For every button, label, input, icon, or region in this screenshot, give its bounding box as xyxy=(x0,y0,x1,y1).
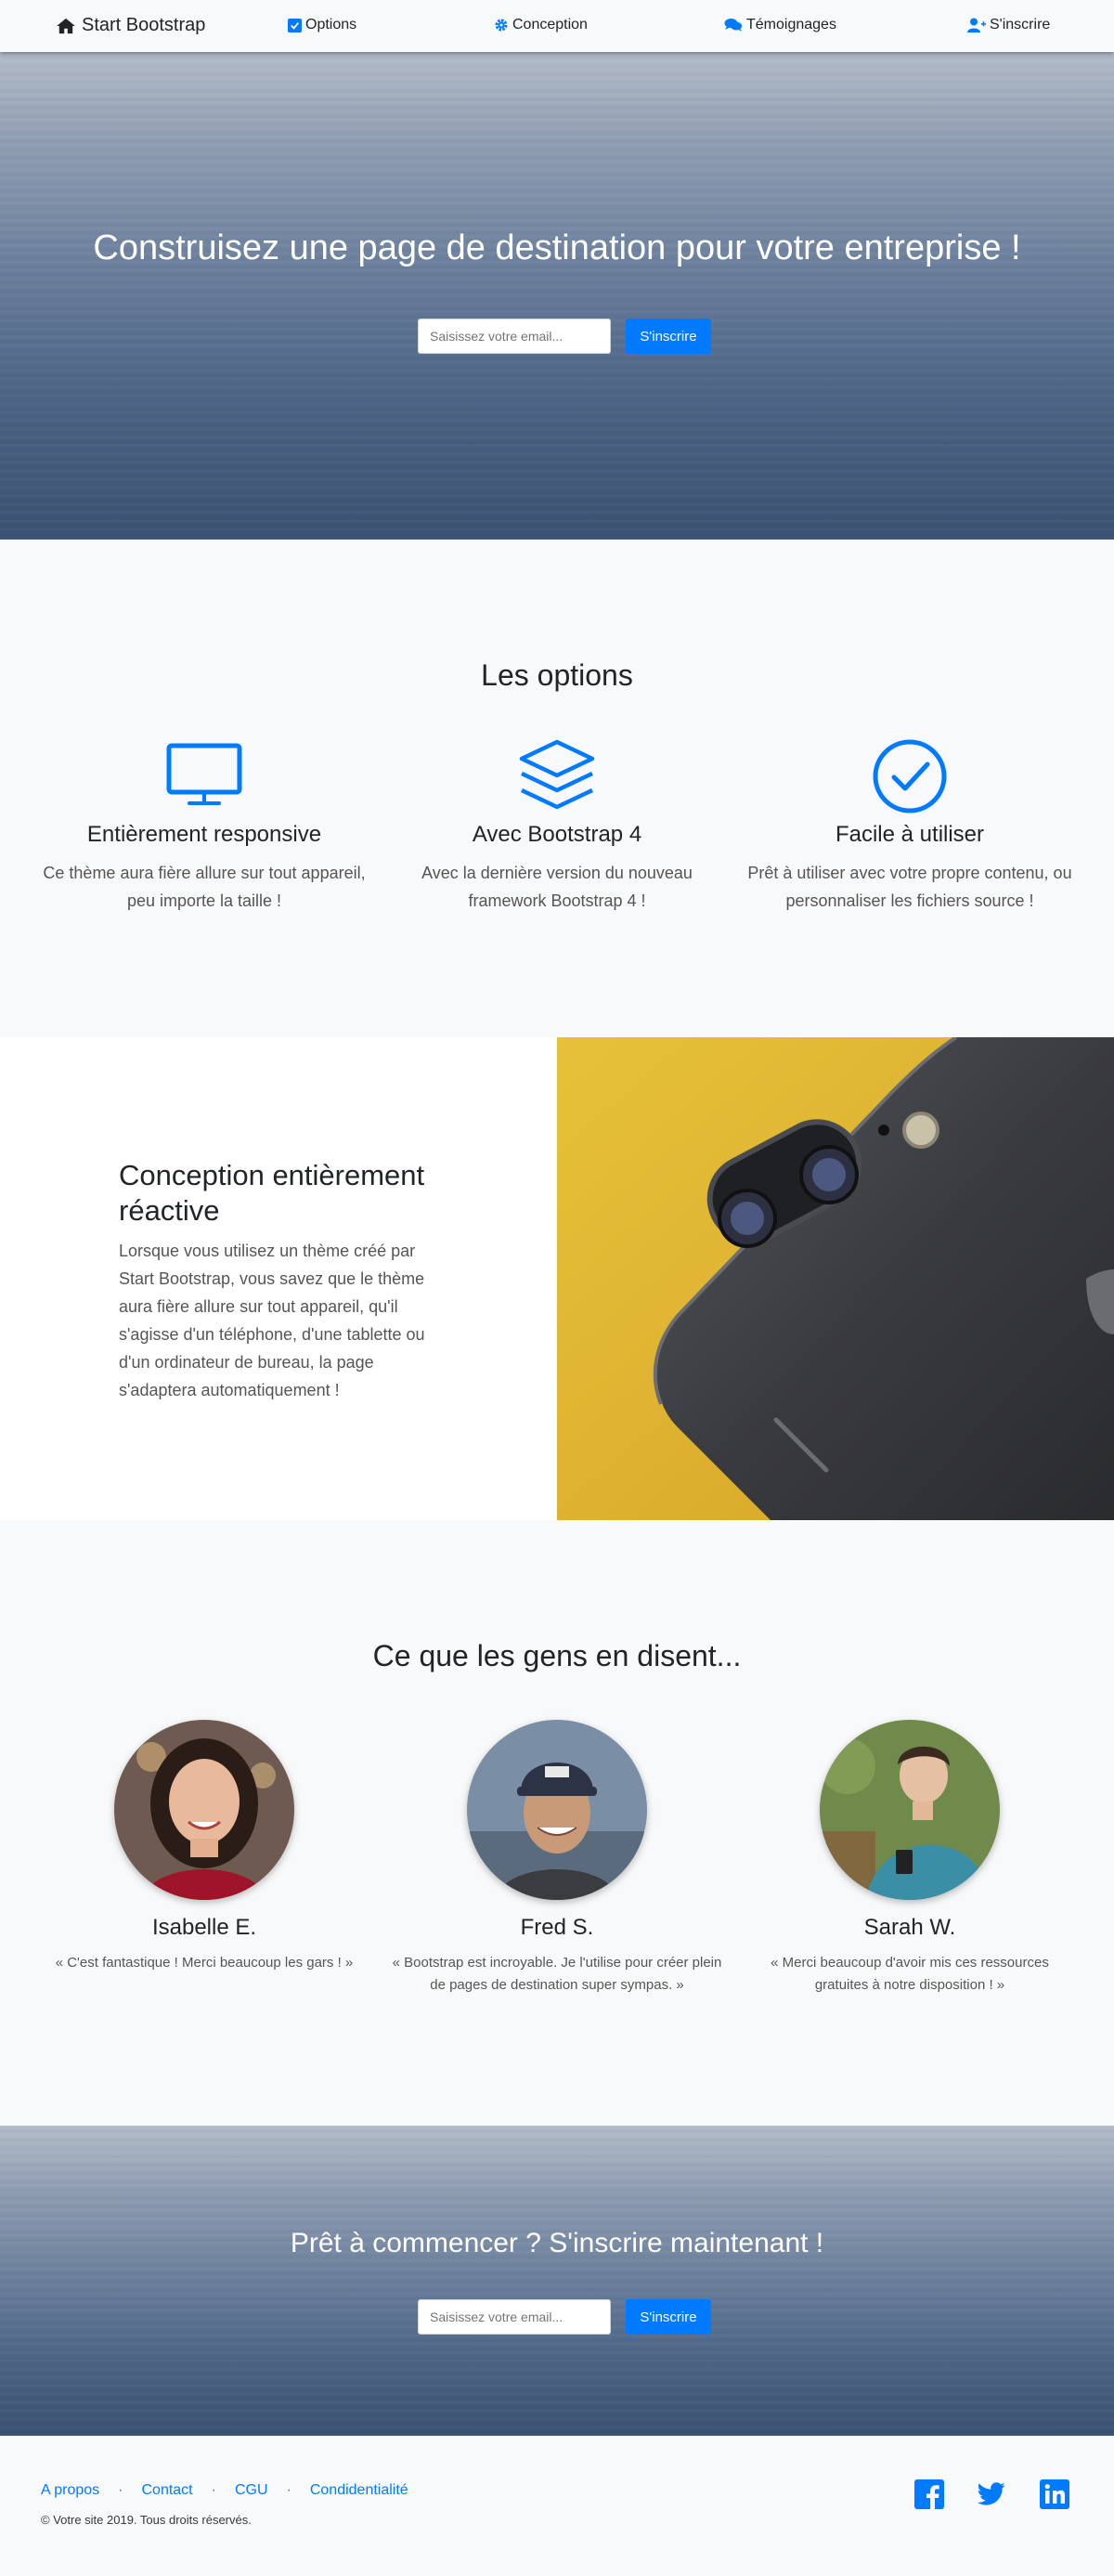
phone-photo xyxy=(557,1037,1114,1520)
feature-title: Facile à utiliser xyxy=(835,822,985,847)
navbar: Start Bootstrap Options Conception Témoi… xyxy=(0,0,1114,52)
user-plus-icon xyxy=(967,18,986,33)
cta-title: Prêt à commencer ? S'inscrire maintenant… xyxy=(290,2228,824,2258)
twitter-icon xyxy=(977,2482,1005,2505)
testimonial-item: Isabelle E. « C'est fantastique ! Merci … xyxy=(28,1720,381,1974)
footer-separator: · xyxy=(211,2482,216,2498)
testimonial-name: Sarah W. xyxy=(863,1915,956,1940)
testimonials-section: Ce que les gens en disent... Isabelle E.… xyxy=(0,1520,1114,2126)
feature-title: Entièrement responsive xyxy=(86,822,322,847)
footer-link-apropos[interactable]: A propos xyxy=(41,2482,99,2499)
nav-item-label: Options xyxy=(305,17,357,33)
phone-illustration xyxy=(557,1037,1114,1520)
facebook-icon xyxy=(914,2479,944,2509)
testimonial-name: Isabelle E. xyxy=(151,1915,257,1940)
brand-label: Start Bootstrap xyxy=(82,15,206,35)
hero-title: Construisez une page de destination pour… xyxy=(93,228,1021,267)
testimonial-quote: « Bootstrap est incroyable. Je l'utilise… xyxy=(392,1955,722,1993)
hero-email-input[interactable] xyxy=(418,319,611,354)
avatar xyxy=(114,1720,294,1900)
brand-link[interactable]: Start Bootstrap xyxy=(56,15,205,36)
nav-item-sinscrire[interactable]: S'inscrire xyxy=(967,17,1050,33)
nav-item-options[interactable]: Options xyxy=(288,17,356,33)
features-section: Les options Entièrement responsive Ce th… xyxy=(0,540,1114,1037)
testimonial-quote: « Merci beaucoup d'avoir mis ces ressour… xyxy=(771,1955,1049,1993)
cta-section: Prêt à commencer ? S'inscrire maintenant… xyxy=(0,2126,1114,2436)
hero-signup-button[interactable]: S'inscrire xyxy=(626,319,711,354)
showcase-body: Lorsque vous utilisez un thème créé par … xyxy=(119,1242,425,1399)
hero-section: Construisez une page de destination pour… xyxy=(0,52,1114,540)
copyright-text: © Votre site 2019. Tous droits réservés. xyxy=(41,2513,252,2527)
feature-item: Facile à utiliser Prêt à utiliser avec v… xyxy=(733,738,1086,915)
showcase-text-panel: Conception entièrement réactive Lorsque … xyxy=(0,1037,557,1520)
footer: A propos · Contact · CGU · Condidentiali… xyxy=(0,2436,1114,2576)
cta-signup-form: S'inscrire xyxy=(418,2299,715,2336)
testimonial-item: Fred S. « Bootstrap est incroyable. Je l… xyxy=(381,1720,733,1997)
twitter-link[interactable] xyxy=(977,2479,1006,2509)
features-title: Les options xyxy=(481,658,633,692)
nav-item-conception[interactable]: Conception xyxy=(494,17,588,33)
testimonials-title: Ce que les gens en disent... xyxy=(372,1639,742,1672)
avatar xyxy=(820,1720,1000,1900)
footer-separator: · xyxy=(118,2482,123,2498)
nav-item-label: Conception xyxy=(512,17,588,33)
footer-links: A propos · Contact · CGU · Condidentiali… xyxy=(41,2482,408,2499)
testimonial-quote: « C'est fantastique ! Merci beaucoup les… xyxy=(55,1955,354,1971)
footer-link-contact[interactable]: Contact xyxy=(141,2482,192,2499)
testimonial-name: Fred S. xyxy=(520,1915,594,1940)
layers-icon xyxy=(519,739,595,810)
feature-text: Prêt à utiliser avec votre propre conten… xyxy=(747,864,1072,910)
check-square-icon xyxy=(288,18,302,33)
showcase-section: Conception entièrement réactive Lorsque … xyxy=(0,1037,1114,1520)
testimonial-item: Sarah W. « Merci beaucoup d'avoir mis ce… xyxy=(733,1720,1086,1997)
check-circle-icon xyxy=(873,739,947,813)
showcase-title: Conception entièrement réactive xyxy=(119,1159,425,1227)
nav-item-label: Témoignages xyxy=(746,17,836,33)
cta-email-input[interactable] xyxy=(418,2299,611,2335)
cta-signup-button[interactable]: S'inscrire xyxy=(626,2299,711,2335)
feature-item: Entièrement responsive Ce thème aura fiè… xyxy=(28,742,381,915)
comments-icon xyxy=(724,19,742,32)
facebook-link[interactable] xyxy=(914,2479,944,2509)
sea-background xyxy=(0,2126,1114,2436)
hero-signup-form: S'inscrire xyxy=(418,319,715,356)
footer-link-confidentialite[interactable]: Condidentialité xyxy=(310,2482,408,2499)
home-icon xyxy=(57,18,75,33)
avatar xyxy=(467,1720,647,1900)
footer-link-cgu[interactable]: CGU xyxy=(235,2482,268,2499)
feature-item: Avec Bootstrap 4 Avec la dernière versio… xyxy=(381,738,733,915)
monitor-icon xyxy=(166,743,242,805)
nav-item-temoignages[interactable]: Témoignages xyxy=(724,17,836,33)
linkedin-icon xyxy=(1040,2479,1069,2509)
sea-background xyxy=(0,52,1114,540)
nav-item-label: S'inscrire xyxy=(990,17,1051,33)
footer-separator: · xyxy=(286,2482,291,2498)
cog-icon xyxy=(495,19,508,32)
feature-text: Ce thème aura fière allure sur tout appa… xyxy=(43,864,366,910)
feature-title: Avec Bootstrap 4 xyxy=(472,822,642,847)
feature-text: Avec la dernière version du nouveau fram… xyxy=(421,864,693,910)
linkedin-link[interactable] xyxy=(1040,2479,1069,2509)
